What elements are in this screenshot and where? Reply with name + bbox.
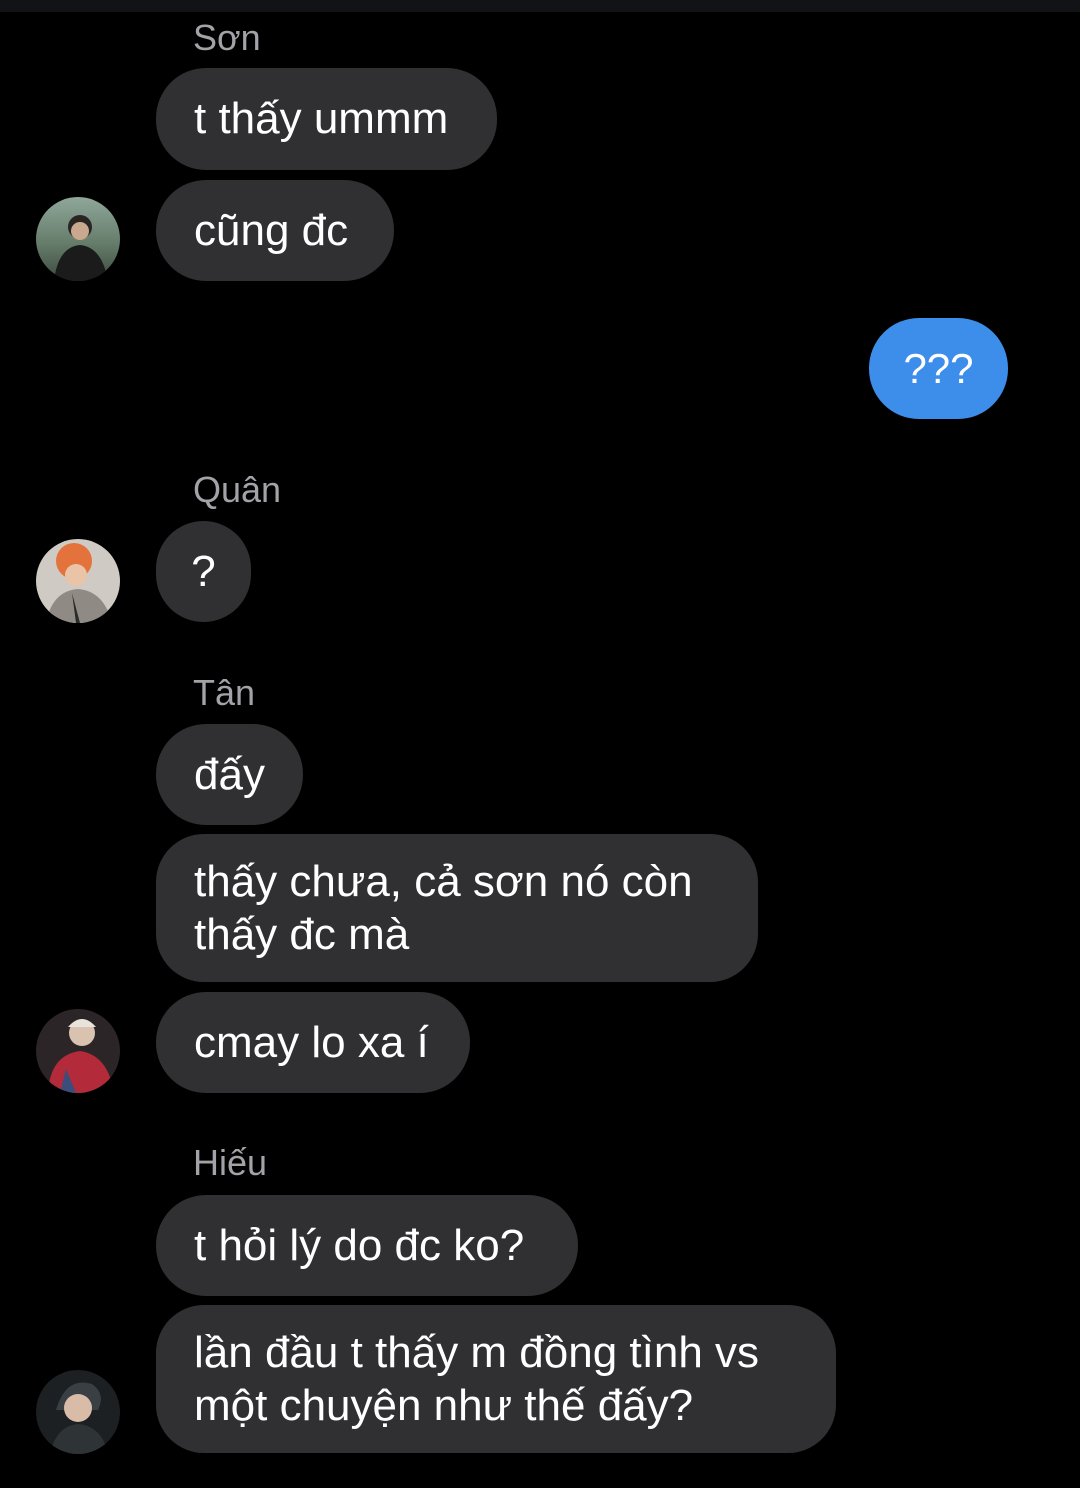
message-bubble[interactable]: ?	[156, 521, 251, 622]
avatar-son[interactable]	[36, 197, 120, 281]
message-bubble[interactable]: cũng đc	[156, 180, 394, 281]
avatar-quan[interactable]	[36, 539, 120, 623]
sender-name-son: Sơn	[193, 17, 261, 58]
sender-name-hieu: Hiếu	[193, 1142, 268, 1183]
sender-name-tan: Tân	[193, 672, 256, 713]
top-edge-bar	[0, 0, 1080, 12]
avatar-hieu-photo-icon	[36, 1370, 120, 1454]
message-bubble[interactable]: cmay lo xa í	[156, 992, 470, 1093]
message-bubble[interactable]: t thấy ummm	[156, 68, 497, 170]
avatar-quan-photo-icon	[36, 539, 120, 623]
sender-name-quan: Quân	[193, 469, 282, 510]
avatar-hieu[interactable]	[36, 1370, 120, 1454]
message-bubble[interactable]: thấy chưa, cả sơn nó còn thấy đc mà	[156, 834, 758, 982]
avatar-tan[interactable]	[36, 1009, 120, 1093]
avatar-son-photo-icon	[36, 197, 120, 281]
avatar-tan-photo-icon	[36, 1009, 120, 1093]
message-bubble[interactable]: t hỏi lý do đc ko?	[156, 1195, 578, 1296]
message-bubble[interactable]: đấy	[156, 724, 303, 825]
outgoing-message-bubble[interactable]: ???	[869, 318, 1008, 419]
message-bubble[interactable]: lần đầu t thấy m đồng tình vs một chuyện…	[156, 1305, 836, 1453]
